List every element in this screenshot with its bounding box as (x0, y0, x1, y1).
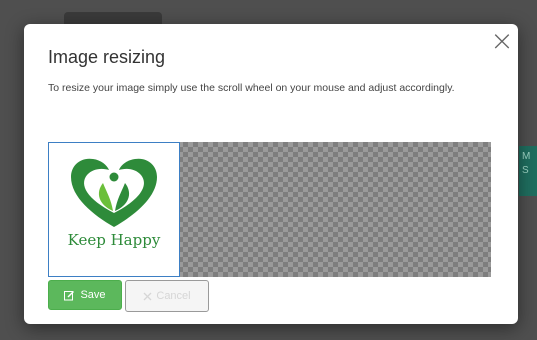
background-text (520, 276, 537, 288)
background-teal-button: M S (519, 146, 537, 196)
image-crop-canvas[interactable]: Keep Happy (48, 142, 491, 277)
close-icon (143, 292, 152, 301)
edit-icon (64, 290, 75, 301)
cancel-label: Cancel (156, 290, 191, 302)
logo-text: Keep Happy (67, 231, 161, 249)
modal-title: Image resizing (48, 47, 166, 67)
keep-happy-logo-icon (71, 158, 157, 227)
modal-description: To resize your image simply use the scro… (48, 82, 455, 94)
save-button[interactable]: Save (48, 280, 122, 310)
save-label: Save (80, 289, 106, 301)
close-button[interactable]: × (490, 27, 514, 55)
cancel-button[interactable]: Cancel (125, 280, 209, 312)
image-preview[interactable]: Keep Happy (48, 142, 180, 277)
image-resize-modal: × Image resizing To resize your image si… (24, 24, 518, 324)
